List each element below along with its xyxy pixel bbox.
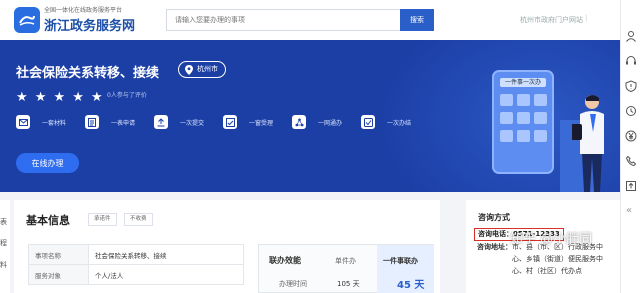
feature-list: 一套材料 一表申请 一次提交 一窗受理 一网通办 一次办结 [16,115,430,129]
envelope-icon [16,115,30,129]
left-tab[interactable]: 料 [0,260,7,270]
person-illustration [572,95,604,192]
star-icon[interactable]: ★ [35,90,47,105]
grid-cell [517,94,530,106]
phone-icon[interactable] [625,155,637,167]
location-label: 杭州市 [197,65,218,73]
feature-label: 一次办结 [387,119,412,127]
site-subtitle: 全国一体化在线政务服务平台 [44,7,123,14]
rating-count: 0人参与了评价 [107,92,147,99]
basic-info-card: 基本信息 承诺件 不收费 事项名称 社会保险关系转移、接续 服务对象 个人/法人… [14,200,440,293]
grid-cell [517,112,530,124]
form-icon [85,115,99,129]
tag-badge: 不收费 [124,213,153,226]
alert-icon[interactable] [625,80,637,92]
service-banner: 社会保险关系转移、接续 杭州市 ★ ★ ★ ★ ★ 0人参与了评价 一套材料 一… [0,40,620,192]
upload-icon[interactable] [625,180,637,192]
address-label: 咨询地址： [477,243,512,251]
watermark: 知乎 @小胖同 [510,232,593,247]
yen-icon[interactable] [625,130,637,142]
table-value: 社会保险关系转移、接续 [88,244,244,265]
address-text: 心、村（社区）代办点 [512,267,582,275]
feature-label: 一表申请 [111,119,136,127]
efficiency-col-single: 单件办 [335,257,356,265]
grid-cell [517,130,530,142]
feature-item: 一表申请 [85,115,154,129]
grid-cell [534,112,547,124]
feature-item: 一窗受理 [223,115,292,129]
location-pin-icon [185,65,193,75]
phone-label: 咨询电话： [478,230,513,238]
table-key: 事项名称 [28,244,89,265]
location-badge[interactable]: 杭州市 [178,61,226,78]
address-text: 心、乡镇（街道）便民服务中 [512,255,603,263]
illustration-label: 一件事一次办 [500,78,546,87]
network-icon [292,115,306,129]
check-icon [361,115,375,129]
site-logo[interactable] [14,7,40,33]
site-header: 全国一体化在线政务服务平台 浙江政务服务网 搜索 杭州市政府门户网站 | [0,0,620,40]
section-title: 基本信息 [26,214,70,227]
grid-cell [534,130,547,142]
window-icon [223,115,237,129]
efficiency-col-joint: 一件事联办 [383,257,418,265]
portal-link[interactable]: 杭州市政府门户网站 [520,15,583,25]
phone-illustration: 一件事一次办 [492,70,554,174]
right-sidebar [620,0,640,293]
table-row: 服务对象 个人/法人 [28,264,244,285]
apply-online-button[interactable]: 在线办理 [16,153,79,173]
user-icon[interactable] [625,30,637,42]
star-icon[interactable]: ★ [16,90,28,105]
feature-item: 一次提交 [154,115,223,129]
efficiency-joint-value: 45 天 [397,280,425,291]
star-icon[interactable]: ★ [54,90,66,105]
efficiency-box: 联办效能 单件办 一件事联办 办理时间 105 天 45 天 [258,244,434,293]
efficiency-row-label: 办理时间 [279,280,307,288]
feature-label: 一套材料 [42,119,67,127]
table-key: 服务对象 [28,264,89,285]
grid-cell [500,112,513,124]
efficiency-header: 联办效能 [269,256,301,265]
left-tab-strip: 表 程 料 [0,200,10,293]
grid-cell [534,94,547,106]
header-divider: | [585,14,588,22]
grid-cell [500,130,513,142]
site-title[interactable]: 浙江政务服务网 [44,15,135,34]
grid-cell [500,94,513,106]
feature-item: 一次办结 [361,115,430,129]
rating-stars[interactable]: ★ ★ ★ ★ ★ [16,86,105,105]
info-table: 事项名称 社会保险关系转移、接续 服务对象 个人/法人 [28,244,244,285]
star-icon[interactable]: ★ [91,90,103,105]
service-title: 社会保险关系转移、接续 [16,66,160,81]
upload-icon [154,115,168,129]
star-icon[interactable]: ★ [72,90,84,105]
search-button[interactable]: 搜索 [400,9,434,31]
feature-item: 一套材料 [16,115,85,129]
search-input[interactable] [166,9,400,31]
tag-badge: 承诺件 [88,213,117,226]
feature-label: 一窗受理 [249,119,274,127]
chevron-left-icon[interactable]: « [626,205,632,216]
left-tab[interactable]: 表 [0,217,7,227]
efficiency-single-value: 105 天 [337,280,360,288]
feature-label: 一网通办 [318,119,343,127]
table-value: 个人/法人 [88,264,244,285]
section-title: 咨询方式 [478,213,510,222]
feature-item: 一网通办 [292,115,361,129]
feature-label: 一次提交 [180,119,205,127]
table-row: 事项名称 社会保险关系转移、接续 [28,244,244,265]
history-icon[interactable] [625,105,637,117]
logo-icon [19,15,35,26]
headset-icon[interactable] [625,55,637,67]
left-tab[interactable]: 程 [0,238,7,248]
